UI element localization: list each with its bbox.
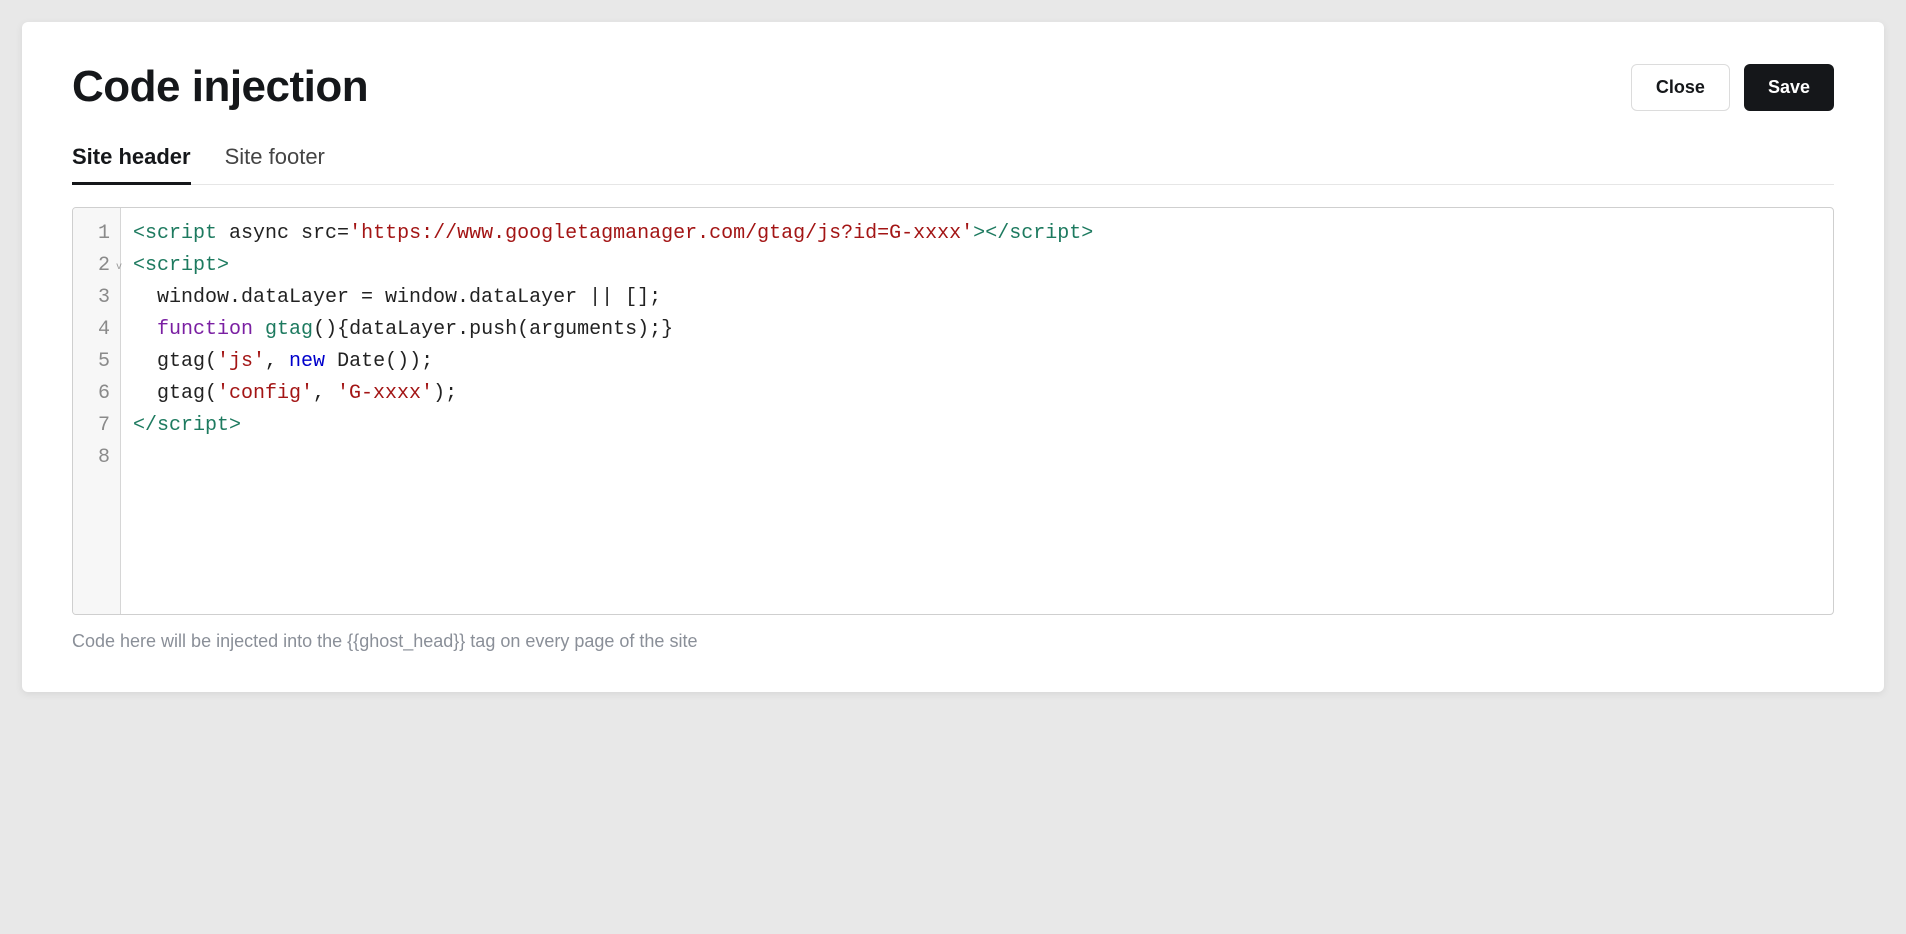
code-line: gtag('config', 'G-xxxx'); bbox=[133, 378, 1821, 410]
code-injection-modal: Code injection Close Save Site header Si… bbox=[22, 22, 1884, 692]
code-line: <script> bbox=[133, 250, 1821, 282]
save-button[interactable]: Save bbox=[1744, 64, 1834, 111]
modal-header: Code injection Close Save bbox=[72, 62, 1834, 112]
code-line: window.dataLayer = window.dataLayer || [… bbox=[133, 282, 1821, 314]
page-title: Code injection bbox=[72, 62, 368, 112]
code-line: </script> bbox=[133, 410, 1821, 442]
tab-site-header[interactable]: Site header bbox=[72, 144, 191, 184]
line-number: 7 bbox=[73, 410, 120, 442]
header-actions: Close Save bbox=[1631, 64, 1834, 111]
line-number: 4 bbox=[73, 314, 120, 346]
code-line: <script async src='https://www.googletag… bbox=[133, 218, 1821, 250]
line-number: 8 bbox=[73, 442, 120, 474]
code-line bbox=[133, 442, 1821, 474]
close-button[interactable]: Close bbox=[1631, 64, 1730, 111]
fold-marker-icon[interactable]: v bbox=[116, 252, 122, 284]
tab-site-footer[interactable]: Site footer bbox=[225, 144, 325, 184]
code-line: function gtag(){dataLayer.push(arguments… bbox=[133, 314, 1821, 346]
editor-hint: Code here will be injected into the {{gh… bbox=[72, 631, 1834, 652]
code-editor[interactable]: 12v345678 <script async src='https://www… bbox=[72, 207, 1834, 615]
editor-code-area[interactable]: <script async src='https://www.googletag… bbox=[121, 208, 1833, 614]
editor-gutter: 12v345678 bbox=[73, 208, 121, 614]
code-line: gtag('js', new Date()); bbox=[133, 346, 1821, 378]
tabs: Site header Site footer bbox=[72, 144, 1834, 185]
line-number: 3 bbox=[73, 282, 120, 314]
line-number: 2v bbox=[73, 250, 120, 282]
line-number: 6 bbox=[73, 378, 120, 410]
line-number: 1 bbox=[73, 218, 120, 250]
line-number: 5 bbox=[73, 346, 120, 378]
